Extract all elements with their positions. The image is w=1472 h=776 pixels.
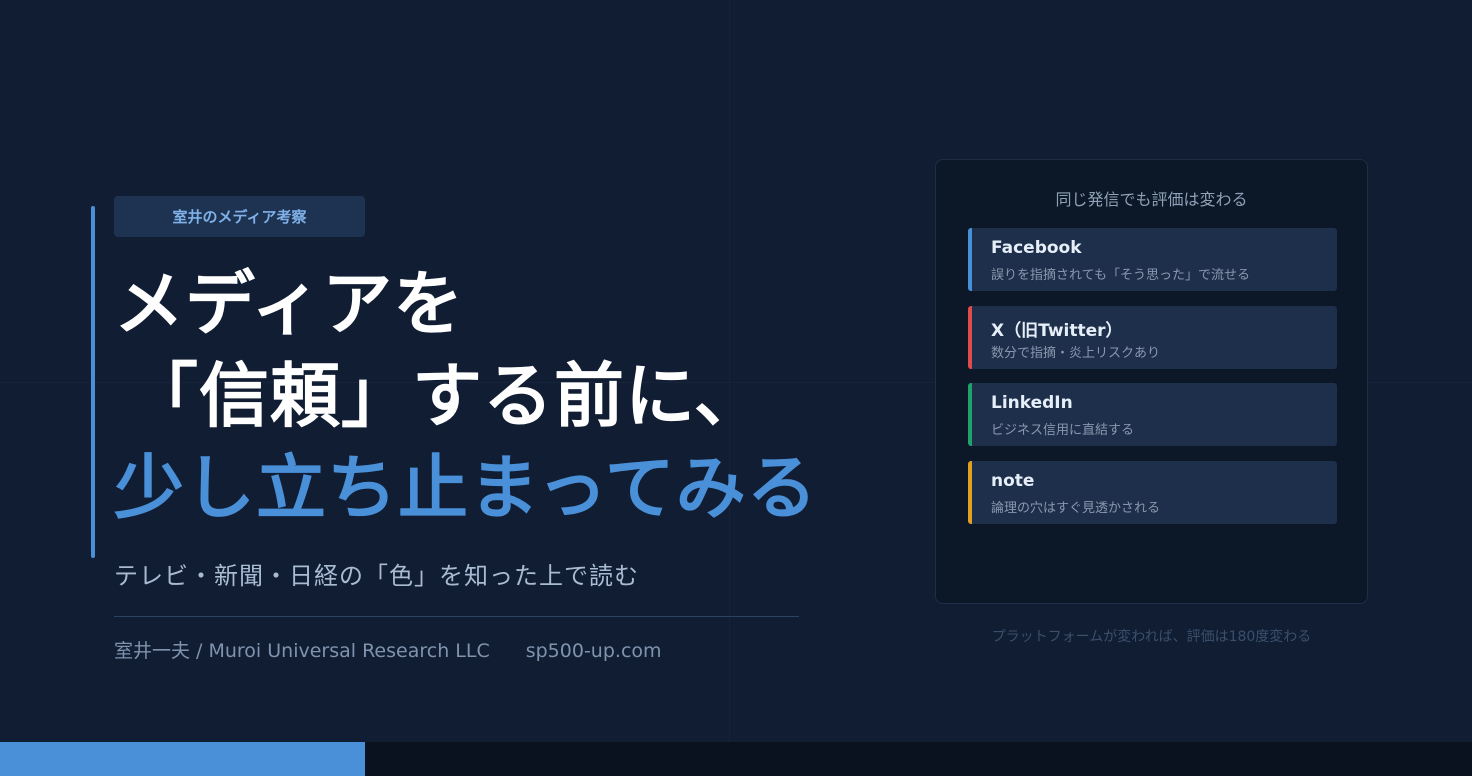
platform-item-linkedin: LinkedIn ビジネス信用に直結する <box>968 383 1337 446</box>
platform-name: Facebook <box>991 238 1082 258</box>
platform-item-x: X（旧Twitter） 数分で指摘・炎上リスクあり <box>968 306 1337 369</box>
platform-name: note <box>991 471 1035 491</box>
card-title: 同じ発信でも評価は変わる <box>1055 190 1248 209</box>
headline-accent-bar <box>91 206 95 558</box>
platform-name: X（旧Twitter） <box>991 321 1123 341</box>
author-credit: 室井一夫 / Muroi Universal Research LLC <box>114 640 490 662</box>
platform-name: LinkedIn <box>991 393 1073 413</box>
headline-line-1: メディアを <box>114 263 465 345</box>
headline-line-3-highlight: 少し立ち止まってみる <box>114 447 818 529</box>
platform-description: 数分で指摘・炎上リスクあり <box>991 346 1161 361</box>
platform-comparison-card: 同じ発信でも評価は変わる Facebook 誤りを指摘されても「そう思った」で流… <box>935 159 1368 604</box>
headline-line-2: 「信頼」する前に、 <box>128 355 765 437</box>
platform-description: 誤りを指摘されても「そう思った」で流せる <box>991 268 1250 283</box>
subtitle: テレビ・新聞・日経の「色」を知った上で読む <box>114 562 639 590</box>
platform-description: ビジネス信用に直結する <box>991 423 1135 438</box>
byline: 室井一夫 / Muroi Universal Research LLC sp500… <box>114 636 662 663</box>
bottom-progress-fill <box>0 742 365 776</box>
divider <box>114 616 799 617</box>
headline: メディアを 「信頼」する前に、 少し立ち止まってみる <box>114 258 834 534</box>
site-url: sp500-up.com <box>525 640 662 662</box>
platform-description: 論理の穴はすぐ見透かされる <box>991 501 1161 516</box>
card-caption: プラットフォームが変われば、評価は180度変わる <box>991 629 1312 645</box>
platform-item-note: note 論理の穴はすぐ見透かされる <box>968 461 1337 524</box>
platform-item-facebook: Facebook 誤りを指摘されても「そう思った」で流せる <box>968 228 1337 291</box>
category-tag: 室井のメディア考察 <box>114 196 365 237</box>
